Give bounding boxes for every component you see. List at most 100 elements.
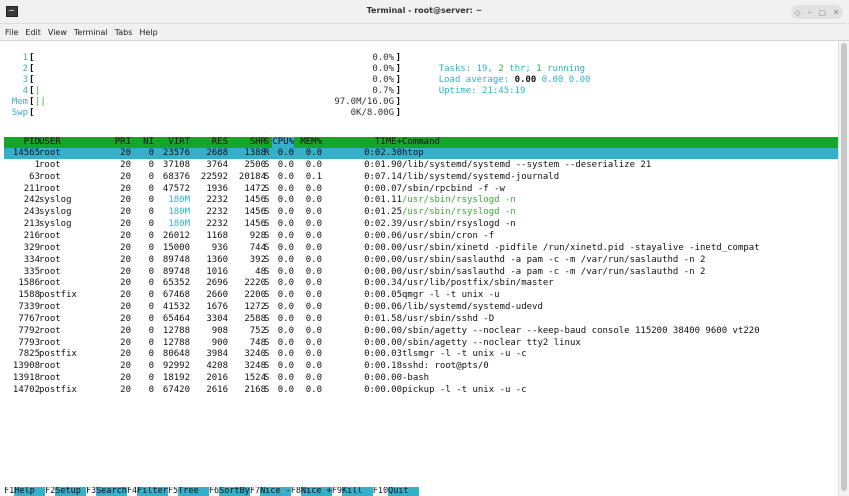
fkey-f10[interactable]: F10	[373, 487, 388, 496]
scrollbar-thumb[interactable]	[841, 43, 847, 491]
process-row[interactable]: 63 root 20 0 68376 22592 20184 S 0.0 0.1 0:07.14/l…	[4, 172, 838, 183]
process-row[interactable]: 1586 root 20 0 65352 2696 2220 S 0.0 0.0 0:00.34/u…	[4, 278, 838, 289]
process-row[interactable]: 7339 root 20 0 41532 1676 1272 S 0.0 0.0 0:00.06/l…	[4, 302, 838, 313]
process-row[interactable]: 211 root 20 0 47572 1936 1472 S 0.0 0.0 0:00.07/sb…	[4, 184, 838, 195]
load-average: Load average: 0.00 0.00 0.00	[438, 75, 591, 85]
process-row[interactable]: 334 root 20 0 89748 1360 392 S 0.0 0.0 0:00.00/usr…	[4, 255, 838, 266]
menu-tabs[interactable]: Tabs	[115, 28, 133, 37]
process-shr: 1472	[244, 183, 266, 194]
fkey-f2[interactable]: F2	[45, 487, 55, 496]
fkey-label[interactable]: Search	[96, 487, 127, 496]
process-time: 0:00.18	[364, 361, 402, 372]
fkey-f8[interactable]: F8	[291, 487, 301, 496]
process-res: 2660	[206, 290, 228, 301]
process-row[interactable]: 242 syslog 20 0 180M 2232 1456 S 0.0 0.0 0:01.11/u…	[4, 195, 838, 206]
sticky-icon[interactable]: ◇	[794, 8, 800, 17]
process-ni: 0	[148, 183, 154, 194]
process-mem: 0.0	[305, 290, 322, 301]
process-mem: 0.0	[305, 230, 322, 241]
process-cmd: tlsmgr -l -t unix -u -c	[402, 349, 527, 360]
process-time: 0:01.11	[364, 195, 402, 206]
fkey-f4[interactable]: F4	[127, 487, 137, 496]
process-time: 0:00.07	[364, 183, 402, 194]
terminal-area[interactable]: 1[0.0%] 2[0.0%] 3[0.0%] 4[| 0.7%] Mem[|| 97.0M…	[0, 41, 838, 496]
process-cpu: 0.0	[277, 171, 294, 182]
maximize-icon[interactable]: ▢	[818, 8, 826, 17]
process-time: 0:00.06	[364, 230, 402, 241]
process-res: 4208	[206, 361, 228, 372]
process-row[interactable]: 1 root 20 0 37108 3764 2500 S 0.0 0.0 0:01.90/lib/…	[4, 160, 838, 171]
column-header-user[interactable]: USER	[39, 137, 61, 148]
fkey-f3[interactable]: F3	[86, 487, 96, 496]
process-virt: 80648	[162, 349, 190, 360]
process-time: 0:02.39	[364, 219, 402, 230]
process-row[interactable]: 7767 root 20 0 65464 3304 2588 S 0.0 0.0 0:01.58/u…	[4, 314, 838, 325]
menu-help[interactable]: Help	[139, 28, 157, 37]
process-shr: 1524	[244, 373, 266, 384]
column-header-pri[interactable]: PRI	[115, 137, 131, 148]
column-header-pid[interactable]: PID	[24, 137, 40, 148]
process-row[interactable]: 7825 postfix 20 0 80648 3984 3240 S 0.0 0.0 0:00.0…	[4, 349, 838, 360]
menu-edit[interactable]: Edit	[25, 28, 41, 37]
process-cpu: 0.0	[277, 159, 294, 170]
process-row[interactable]: 216 root 20 0 26012 1168 928 S 0.0 0.0 0:00.06/usr…	[4, 231, 838, 242]
process-row-selected[interactable]: 14565 root 20 0 23576 2688 1388 R 0.0 0.0 0:02.30 h…	[4, 148, 838, 159]
column-header-s[interactable]: S	[264, 137, 269, 148]
fkey-label[interactable]: Nice +	[301, 487, 332, 496]
process-shr: 2168	[244, 385, 266, 395]
fkey-label[interactable]: Quit	[388, 487, 419, 496]
fkey-label[interactable]: Nice -	[260, 487, 291, 496]
fkey-f1[interactable]: F1	[4, 487, 14, 496]
process-virt: 47572	[162, 183, 190, 194]
column-header-cpu[interactable]: CPU%	[272, 137, 294, 148]
process-virt: 65352	[162, 278, 190, 289]
process-row[interactable]: 335 root 20 0 89748 1016 48 S 0.0 0.0 0:00.00/usr/…	[4, 267, 838, 278]
menu-file[interactable]: File	[5, 28, 18, 37]
fkey-f5[interactable]: F5	[168, 487, 178, 496]
fkey-label[interactable]: Help	[14, 487, 45, 496]
process-row[interactable]: 213 syslog 20 0 180M 2232 1456 S 0.0 0.0 0:02.39/u…	[4, 219, 838, 230]
column-header-time[interactable]: TIME+	[375, 137, 402, 148]
fkey-f7[interactable]: F7	[250, 487, 260, 496]
process-ni: 0	[148, 373, 154, 384]
process-ni: 0	[148, 219, 154, 230]
column-header-res[interactable]: RES	[212, 137, 228, 148]
fkey-label[interactable]: Kill	[342, 487, 373, 496]
column-header-virt[interactable]: VIRT	[168, 137, 190, 148]
process-pri: 20	[120, 195, 131, 206]
process-ni: 0	[148, 385, 154, 395]
process-row[interactable]: 7792 root 20 0 12788 908 752 S 0.0 0.0 0:00.00/sbi…	[4, 326, 838, 337]
process-ni: 0	[148, 337, 154, 348]
process-row[interactable]: 13918 root 20 0 18192 2016 1524 S 0.0 0.0 0:00.00-…	[4, 373, 838, 384]
process-row[interactable]: 329 root 20 0 15000 936 744 S 0.0 0.0 0:00.00/usr/…	[4, 243, 838, 254]
meter-value: 0.0%	[372, 53, 394, 63]
fkey-label[interactable]: Tree	[178, 487, 209, 496]
process-virt: 26012	[162, 230, 190, 241]
column-header-mem[interactable]: MEM%	[300, 137, 322, 148]
process-row[interactable]: 7793 root 20 0 12788 900 748 S 0.0 0.0 0:00.00/sbi…	[4, 338, 838, 349]
fkey-f6[interactable]: F6	[209, 487, 219, 496]
close-icon[interactable]: ✕	[833, 8, 840, 17]
process-user: syslog	[39, 207, 72, 218]
minimize-icon[interactable]: –	[807, 8, 811, 17]
column-header-command[interactable]: Command	[402, 137, 440, 148]
column-header-ni[interactable]: NI	[143, 137, 154, 148]
process-user: syslog	[39, 195, 72, 206]
process-ni: 0	[148, 195, 154, 206]
fkey-label[interactable]: Setup	[55, 487, 86, 496]
process-res: 2232	[206, 207, 228, 218]
fkey-label[interactable]: SortBy	[219, 487, 250, 496]
menu-terminal[interactable]: Terminal	[74, 28, 108, 37]
process-row[interactable]: 14702 postfix 20 0 67420 2616 2168 S 0.0 0.0 0:00.…	[4, 385, 838, 396]
process-row[interactable]: 243 syslog 20 0 180M 2232 1456 S 0.0 0.0 0:01.25/u…	[4, 207, 838, 218]
fkey-label[interactable]: Filter	[137, 487, 168, 496]
process-row[interactable]: 13908 root 20 0 92992 4208 3248 S 0.0 0.0 0:00.18 s…	[4, 361, 838, 372]
process-mem: 0.0	[305, 337, 322, 348]
process-row[interactable]: 1588 postfix 20 0 67468 2660 2200 S 0.0 0.0 0:00.0…	[4, 290, 838, 301]
fkey-f9[interactable]: F9	[332, 487, 342, 496]
scrollbar[interactable]	[838, 41, 849, 496]
window-titlebar: Terminal - root@server: ~ ◇ – ▢ ✕	[0, 0, 849, 24]
process-cpu: 0.0	[277, 361, 294, 372]
process-cpu: 0.0	[277, 230, 294, 241]
menu-view[interactable]: View	[48, 28, 67, 37]
